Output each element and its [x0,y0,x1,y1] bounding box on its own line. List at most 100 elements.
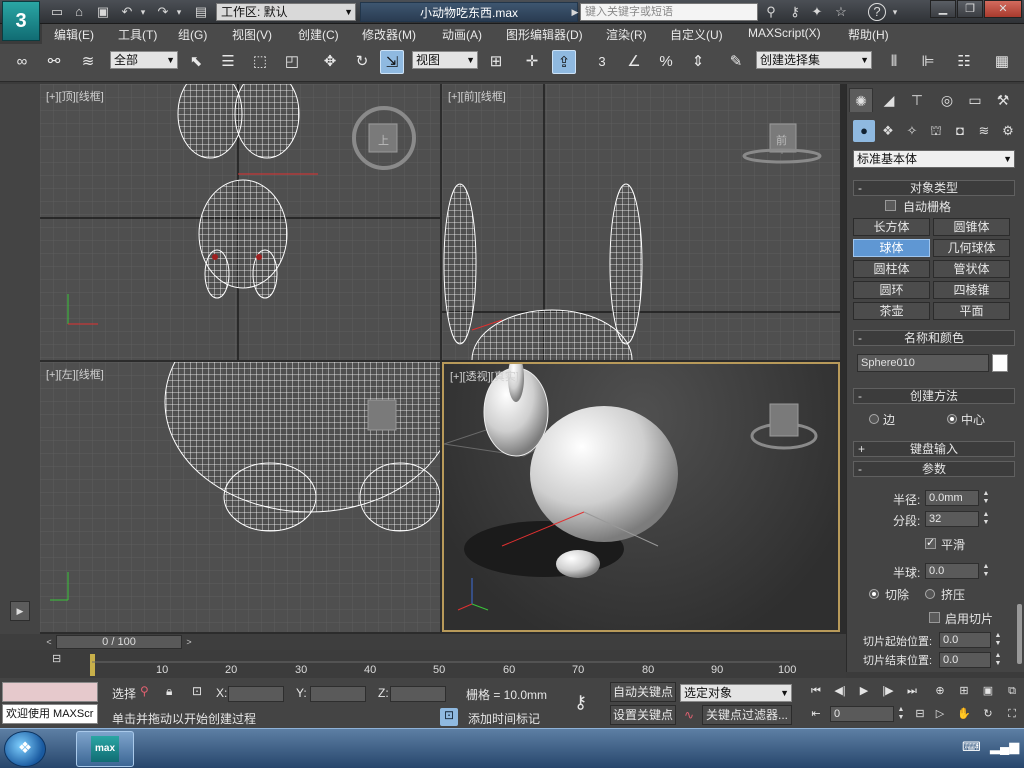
category-dropdown[interactable]: 标准基本体 ▼ [853,150,1015,168]
set-key-button[interactable]: 设置关键点 [610,705,676,725]
scale-icon[interactable]: ⇲ [380,50,404,74]
viewport-menu-plus[interactable]: [+] [46,91,59,103]
percent-snap-icon[interactable]: % [654,50,678,74]
workspace-dropdown[interactable]: 工作区: 默认 ▼ [216,3,356,21]
expand-arrow-icon[interactable]: ▶ [10,601,30,621]
display-tab-icon[interactable]: ▭ [963,88,987,112]
rollout-keyboard-entry[interactable]: + 键盘输入 [853,441,1015,457]
viewport-point-of-view[interactable]: [透视] [463,371,491,383]
field-of-view-icon[interactable]: ▷ [930,705,950,723]
segments-spinner[interactable]: 32 [925,511,979,527]
rollout-parameters[interactable]: - 参数 [853,461,1015,477]
key-icon[interactable]: ⚷ [786,3,804,21]
undo-dropdown-icon[interactable]: ▾ [134,3,152,21]
selection-lock-icon[interactable]: 🔒︎ [166,684,172,699]
viewport-point-of-view[interactable]: [左] [59,369,76,381]
exchange-icon[interactable]: ✦ [808,3,826,21]
close-button[interactable]: ✕ [984,0,1022,18]
select-manipulate-icon[interactable]: ✛ [520,50,544,74]
viewport-menu-plus[interactable]: [+] [46,369,59,381]
viewport-label[interactable]: [+][顶][线框] [46,88,104,104]
viewport-perspective[interactable]: [+][透视][真实] [442,362,840,632]
spinner-arrows-icon[interactable]: ▲ ▼ [981,511,991,527]
viewcube-face-label[interactable]: 上 [378,132,392,148]
edge-radio[interactable] [869,414,879,424]
set-key-icon[interactable]: ⚷ [574,692,587,713]
object-name-input[interactable]: Sphere010 [857,354,989,372]
layer-manager-icon[interactable]: ☷ [952,50,976,74]
systems-icon[interactable]: ⚙ [997,120,1019,142]
slice-to-spinner[interactable]: 0.0 [939,652,991,668]
new-file-icon[interactable]: ▭ [48,3,66,21]
link-icon[interactable]: ∞ [10,50,34,74]
mirror-icon[interactable]: ⫴ [882,50,906,74]
edit-named-selection-icon[interactable]: ✎ [724,50,748,74]
helpers-icon[interactable]: ◘ [949,120,971,142]
cameras-icon[interactable]: ⛫ [925,120,947,142]
play-icon[interactable]: ▶ [854,682,874,700]
menu-group[interactable]: 组(G) [178,26,207,43]
slice-on-checkbox[interactable] [929,612,940,623]
box-button[interactable]: 长方体 [853,218,930,236]
tube-button[interactable]: 管状体 [933,260,1010,278]
maxscript-listener-input[interactable]: 欢迎使用 MAXScr [2,704,98,724]
motion-tab-icon[interactable]: ◎ [935,88,959,112]
rollout-object-type[interactable]: - 对象类型 [853,180,1015,196]
spacewarps-icon[interactable]: ≋ [973,120,995,142]
menu-views[interactable]: 视图(V) [232,26,272,43]
menu-maxscript[interactable]: MAXScript(X) [748,26,821,40]
viewport-label[interactable]: [+][左][线框] [46,366,104,382]
move-icon[interactable]: ✥ [318,50,342,74]
torus-button[interactable]: 圆环 [853,281,930,299]
rollout-name-color[interactable]: - 名称和颜色 [853,330,1015,346]
zoom-extents-icon[interactable]: ▣ [978,682,998,700]
x-coordinate-field[interactable] [228,686,284,702]
utilities-tab-icon[interactable]: ⚒ [991,88,1015,112]
pivot-center-icon[interactable]: ⊞ [484,50,508,74]
viewport-shading[interactable]: [线框] [76,91,104,103]
selection-filter-dropdown[interactable]: 全部 ▼ [110,51,178,69]
keyboard-tray-icon[interactable]: ⌨ [962,739,981,755]
viewport-menu-plus[interactable]: [+] [450,371,463,383]
spinner-arrows-icon[interactable]: ▲ ▼ [981,563,991,579]
viewport-menu-plus[interactable]: [+] [448,91,461,103]
binoculars-icon[interactable]: ⚲ [762,3,780,21]
pyramid-button[interactable]: 四棱锥 [933,281,1010,299]
slice-from-spinner[interactable]: 0.0 [939,632,991,648]
z-coordinate-field[interactable] [390,686,446,702]
menu-modifiers[interactable]: 修改器(M) [362,26,416,43]
plane-button[interactable]: 平面 [933,302,1010,320]
key-filters-button[interactable]: 关键点过滤器... [702,705,792,725]
taskbar-3dsmax-button[interactable]: max [76,731,134,767]
graphite-tools-icon[interactable]: ▦ [990,50,1014,74]
rollout-creation-method[interactable]: - 创建方法 [853,388,1015,404]
pan-hand-icon[interactable]: ✋ [954,705,974,723]
lights-icon[interactable]: ✧ [901,120,923,142]
menu-help[interactable]: 帮助(H) [848,26,889,43]
radius-spinner[interactable]: 0.0mm [925,490,979,506]
spinner-arrows-icon[interactable]: ▲ ▼ [993,652,1003,668]
geometry-icon[interactable]: ● [853,120,875,142]
help-dropdown-icon[interactable]: ▾ [886,3,904,21]
time-configuration-icon[interactable]: ⊟ [910,705,930,723]
go-to-end-icon[interactable]: ⏭ [902,682,922,700]
teapot-button[interactable]: 茶壶 [853,302,930,320]
select-object-icon[interactable]: ⬉ [184,50,208,74]
viewport-shading[interactable]: [线框] [76,369,104,381]
rotate-icon[interactable]: ↻ [350,50,374,74]
go-to-start-icon[interactable]: ⏮ [806,682,826,700]
geosphere-button[interactable]: 几何球体 [933,239,1010,257]
save-file-icon[interactable]: ▣ [94,3,112,21]
menu-edit[interactable]: 编辑(E) [54,26,94,43]
menu-tools[interactable]: 工具(T) [118,26,157,43]
time-tag-icon[interactable]: ⊡ [440,708,458,726]
command-panel-scrollbar[interactable] [1017,604,1022,664]
search-input[interactable]: 键入关键字或短语 [580,3,758,21]
spinner-arrows-icon[interactable]: ▲ ▼ [993,632,1003,648]
app-logo-icon[interactable]: 3 [2,1,40,41]
chop-radio[interactable] [869,589,879,599]
spinner-arrows-icon[interactable]: ▲ ▼ [981,490,991,506]
cylinder-button[interactable]: 圆柱体 [853,260,930,278]
create-tab-icon[interactable]: ✺ [849,88,873,112]
auto-key-button[interactable]: 自动关键点 [610,682,676,702]
